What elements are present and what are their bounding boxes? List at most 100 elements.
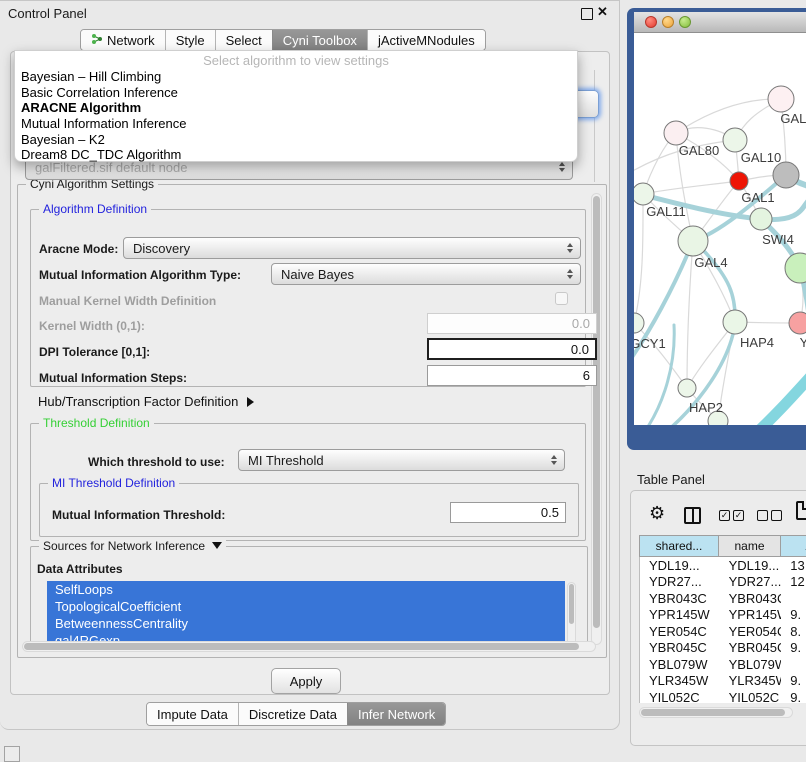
attributes-scrollbar[interactable] — [567, 582, 576, 650]
attribute-item-topologicalcoefficient[interactable]: TopologicalCoefficient — [47, 598, 565, 615]
node-table: shared...nameA YDL19...YDL19...13YDR27..… — [639, 535, 806, 703]
table-row[interactable]: YLR345WYLR345W9. — [640, 673, 806, 690]
network-canvas[interactable]: GAL2GAL80GAL10GAL1GAL11SWI4GAL4GCY1HAP4Y… — [634, 33, 806, 425]
network-node-gal1[interactable] — [730, 172, 748, 190]
column-header-name[interactable]: name — [719, 535, 781, 557]
algorithm-option-basic-correlation-inference[interactable]: Basic Correlation Inference — [15, 85, 577, 101]
network-node-hap4[interactable] — [723, 310, 747, 334]
checked-columns-icon[interactable]: ✓✓ — [719, 510, 744, 521]
table-cell: 9. — [781, 640, 806, 655]
zoom-traffic-icon[interactable] — [679, 16, 691, 28]
table-row[interactable]: YIL052CYIL052C9. — [640, 689, 806, 703]
table-cell: YPR145W — [720, 607, 782, 622]
tab-select[interactable]: Select — [215, 30, 272, 50]
algorithm-popup-placeholder: Select algorithm to view settings — [15, 53, 577, 69]
network-node-gcy1[interactable] — [634, 313, 644, 333]
data-attributes-label: Data Attributes — [37, 562, 123, 576]
table-cell: 12 — [781, 574, 806, 589]
kernel-width-field[interactable]: 0.0 — [427, 313, 597, 334]
network-window-titlebar[interactable] — [634, 12, 806, 33]
network-node-swi4[interactable] — [750, 208, 772, 230]
settings-vertical-scrollbar[interactable] — [591, 193, 602, 645]
table-cell: YER054C — [720, 624, 782, 639]
float-window-icon[interactable] — [581, 8, 593, 20]
network-node-gal11[interactable] — [634, 183, 654, 205]
table-row[interactable]: YBR045CYBR045C9. — [640, 640, 806, 657]
network-node-hap2[interactable] — [678, 379, 696, 397]
mi-threshold-title: MI Threshold Definition — [48, 476, 179, 490]
which-threshold-select[interactable]: MI Threshold — [238, 449, 565, 471]
tab-infer-network[interactable]: Infer Network — [347, 703, 445, 725]
document-icon[interactable] — [796, 501, 806, 520]
table-cell: YBR043C — [720, 591, 782, 606]
algorithm-option-bayesian-k2[interactable]: Bayesian – K2 — [15, 132, 577, 148]
combo-arrows-icon — [559, 162, 565, 172]
algorithm-option-dream8-dc-tdc-algorithm[interactable]: Dream8 DC_TDC Algorithm — [15, 147, 577, 163]
network-node-gray-node[interactable] — [773, 162, 799, 188]
table-row[interactable]: YPR145WYPR145W9. — [640, 607, 806, 624]
table-cell: YDL19... — [640, 558, 720, 573]
table-row[interactable]: YDL19...YDL19...13 — [640, 557, 806, 574]
node-label-y: Y — [800, 335, 806, 350]
sources-group: Sources for Network Inference Data Attri… — [30, 546, 588, 650]
control-panel-title: Control Panel — [8, 6, 87, 21]
apply-button[interactable]: Apply — [271, 668, 341, 694]
tab-style[interactable]: Style — [165, 30, 215, 50]
minimize-traffic-icon[interactable] — [662, 16, 674, 28]
table-horizontal-scrollbar[interactable] — [639, 707, 793, 718]
split-columns-icon[interactable] — [684, 507, 701, 524]
table-row[interactable]: YBL079WYBL079W — [640, 656, 806, 673]
table-header-row: shared...nameA — [639, 535, 806, 557]
close-traffic-icon[interactable] — [645, 16, 657, 28]
gear-icon[interactable]: ⚙ — [649, 503, 665, 524]
column-header-shared[interactable]: shared... — [639, 535, 719, 557]
network-node-pink-node-right[interactable] — [789, 312, 806, 334]
column-header-a[interactable]: A — [781, 535, 806, 557]
node-label-gcy1: GCY1 — [634, 336, 666, 351]
network-node-gal4[interactable] — [678, 226, 708, 256]
sources-title[interactable]: Sources for Network Inference — [39, 539, 226, 553]
network-graph: GAL2GAL80GAL10GAL1GAL11SWI4GAL4GCY1HAP4Y… — [634, 33, 806, 425]
dpi-tolerance-field[interactable]: 0.0 — [427, 338, 597, 360]
table-row[interactable]: YER054CYER054C8. — [640, 623, 806, 640]
mi-steps-field[interactable]: 6 — [427, 365, 597, 386]
table-row[interactable]: YBR043CYBR043C — [640, 590, 806, 607]
attribute-item-betweennesscentrality[interactable]: BetweennessCentrality — [47, 615, 565, 632]
unchecked-columns-icon[interactable] — [757, 510, 782, 521]
table-row[interactable]: YDR27...YDR27...12 — [640, 574, 806, 591]
screen: Control Panel ✕ NetworkStyleSelectCyni T… — [0, 0, 806, 762]
algorithm-definition-group: Algorithm Definition Aracne Mode: Discov… — [30, 209, 586, 387]
tab-jactivemnodules[interactable]: jActiveMNodules — [367, 30, 485, 50]
tab-impute-data[interactable]: Impute Data — [147, 703, 238, 725]
tab-network[interactable]: Network — [81, 30, 165, 50]
network-node-gal10[interactable] — [723, 128, 747, 152]
close-icon[interactable]: ✕ — [597, 4, 608, 20]
network-icon — [91, 33, 103, 48]
mi-threshold-field[interactable]: 0.5 — [450, 502, 566, 523]
table-cell: 13 — [781, 558, 806, 573]
node-label-gal80: GAL80 — [679, 143, 719, 158]
hub-definition-toggle[interactable]: Hub/Transcription Factor Definition — [38, 394, 254, 409]
mi-algorithm-type-select[interactable]: Naive Bayes — [271, 263, 581, 285]
network-edge-highlighted — [752, 375, 806, 425]
attribute-item-selfloops[interactable]: SelfLoops — [47, 581, 565, 598]
tab-discretize-data[interactable]: Discretize Data — [238, 703, 347, 725]
tab-cyni-toolbox[interactable]: Cyni Toolbox — [272, 30, 367, 50]
network-node-green-node-right[interactable] — [785, 253, 806, 283]
algorithm-option-mutual-information-inference[interactable]: Mutual Information Inference — [15, 116, 577, 132]
settings-horizontal-scrollbar[interactable] — [22, 641, 596, 652]
algorithm-option-bayesian-hill-climbing[interactable]: Bayesian – Hill Climbing — [15, 69, 577, 85]
table-cell: YBL079W — [640, 657, 720, 672]
kernel-width-label: Kernel Width (0,1): — [39, 319, 145, 333]
network-node-gal2[interactable] — [768, 86, 794, 112]
control-panel-window: Control Panel ✕ NetworkStyleSelectCyni T… — [0, 0, 620, 730]
expanded-arrow-icon — [212, 542, 222, 549]
network-node-gal80[interactable] — [664, 121, 688, 145]
table-cell: YBL079W — [720, 657, 782, 672]
table-cell: YPR145W — [640, 607, 720, 622]
aracne-mode-select[interactable]: Discovery — [123, 237, 581, 259]
manual-kernel-width-checkbox[interactable] — [555, 292, 568, 305]
table-rows: YDL19...YDL19...13YDR27...YDR27...12YBR0… — [639, 557, 806, 703]
table-cell: YIL052C — [640, 690, 720, 703]
algorithm-option-aracne-algorithm[interactable]: ARACNE Algorithm — [15, 100, 577, 116]
